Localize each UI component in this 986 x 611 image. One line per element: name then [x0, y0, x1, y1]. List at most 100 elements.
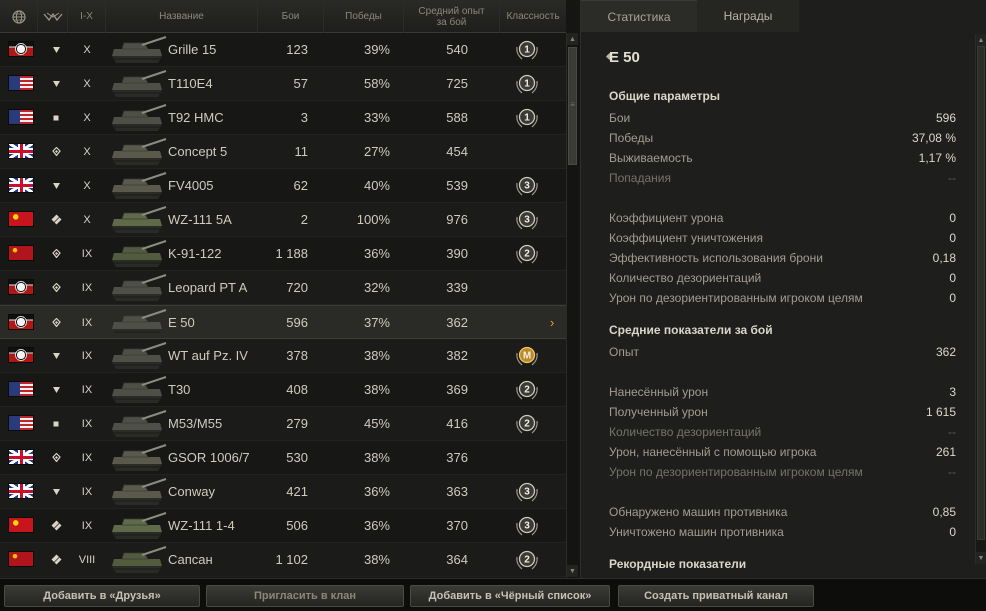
mastery-badge-icon: 1	[514, 106, 540, 130]
create-private-channel-button[interactable]: Создать приватный канал	[618, 585, 814, 607]
vehicle-winrate: 38%	[363, 348, 390, 363]
vehicle-tier: X	[83, 43, 91, 56]
svg-text:2: 2	[524, 385, 530, 396]
sort-class-header[interactable]	[38, 0, 68, 33]
vehicle-winrate: 27%	[363, 144, 390, 159]
stat-row: Обнаружено машин противника 0,85	[609, 505, 956, 521]
add-blacklist-button[interactable]: Добавить в «Чёрный список»	[410, 585, 610, 607]
stats-scroll-up-button[interactable]: ▲	[976, 34, 986, 46]
table-row[interactable]: VIII Сапсан 1 102 38% 364 2	[0, 543, 566, 577]
vehicle-avg-exp: 588	[446, 110, 468, 125]
sort-battles-header[interactable]: Бои	[258, 0, 324, 33]
stat-label: Бои	[609, 111, 631, 125]
stat-value: 596	[935, 111, 956, 125]
vehicle-tier: IX	[81, 316, 93, 329]
stat-row: Урон по дезориентированным игроком целям…	[609, 291, 956, 307]
stat-label: Победы	[609, 131, 654, 145]
table-row[interactable]: IX GSOR 1006/7 530 38% 376	[0, 441, 566, 475]
vehicle-battles: 421	[286, 484, 308, 499]
vehicle-class-light-icon	[48, 543, 64, 576]
table-row[interactable]: X T110E4 57 58% 725 1	[0, 67, 566, 101]
stat-row: Урон, нанесённый с помощью игрока 261	[609, 445, 956, 461]
stat-row: Опыт 362	[609, 345, 956, 361]
table-row[interactable]: IX M53/M55 279 45% 416 2	[0, 407, 566, 441]
tank-icon	[106, 171, 168, 201]
vehicle-battles: 1 188	[275, 246, 308, 261]
vehicle-winrate: 58%	[363, 76, 390, 91]
mastery-badge-icon: 3	[514, 208, 540, 232]
tank-icon	[106, 239, 168, 269]
sort-wins-header[interactable]: Победы	[324, 0, 404, 33]
vehicle-tier: X	[83, 179, 91, 192]
vehicle-rows: X Grille 15 123 39% 540 1 X T110E4 57 58% 725 1 X T92…	[0, 33, 566, 578]
vehicle-class-heavy-icon	[48, 67, 64, 100]
table-row[interactable]: X T92 HMC 3 33% 588 1	[0, 101, 566, 135]
vehicle-tier: IX	[81, 281, 93, 294]
flag-uk-icon	[8, 449, 34, 465]
mastery-badge-icon: 2	[514, 412, 540, 436]
tab-awards[interactable]: Награды	[697, 0, 799, 32]
tank-icon	[106, 443, 168, 473]
stat-label: Количество дезориентаций	[609, 271, 762, 285]
table-row[interactable]: X Concept 5 11 27% 454	[0, 135, 566, 169]
table-scrollbar[interactable]: ▲ ≡ ▼	[566, 33, 578, 578]
table-row[interactable]: IX K-91-122 1 188 36% 390 2	[0, 237, 566, 271]
stat-row: Выживаемость 1,17 %	[609, 151, 956, 167]
stat-value: 0	[949, 525, 956, 539]
stats-scrollbar[interactable]: ▲ ▼	[975, 34, 986, 564]
stats-scroll-down-button[interactable]: ▼	[976, 552, 986, 564]
vehicle-name: Concept 5	[168, 144, 228, 159]
flag-ussr-icon	[8, 245, 34, 261]
scroll-up-button[interactable]: ▲	[567, 33, 578, 45]
table-row[interactable]: X FV4005 62 40% 539 3	[0, 169, 566, 203]
tank-icon	[106, 545, 168, 575]
add-friend-button[interactable]: Добавить в «Друзья»	[4, 585, 200, 607]
stat-row: Эффективность использования брони 0,18	[609, 251, 956, 267]
mastery-badge-icon: 2	[514, 242, 540, 266]
stats-scroll-up-icon: ▲	[977, 36, 985, 44]
sort-mastery-header[interactable]: Классность	[500, 0, 566, 33]
vehicle-table: I-X Название Бои Победы Средний опыт за …	[0, 0, 580, 578]
scroll-down-button[interactable]: ▼	[567, 565, 578, 577]
vehicle-name: Leopard PT A	[168, 280, 248, 295]
section-general: Общие параметры	[609, 89, 721, 103]
table-row[interactable]: IX Conway 421 36% 363 3	[0, 475, 566, 509]
table-row[interactable]: IX WT auf Pz. IV 378 38% 382 M	[0, 339, 566, 373]
table-row[interactable]: IX WZ-111 1-4 506 36% 370 3	[0, 509, 566, 543]
stat-row: Бои 596	[609, 111, 956, 127]
stat-value: 0,85	[932, 505, 956, 519]
sort-tier-header[interactable]: I-X	[68, 0, 106, 33]
name-header-label: Название	[159, 11, 204, 22]
stat-label: Выживаемость	[609, 151, 693, 165]
table-row[interactable]: X WZ-111 5A 2 100% 976 3	[0, 203, 566, 237]
sort-name-header[interactable]: Название	[106, 0, 258, 33]
vehicle-name: WT auf Pz. IV	[168, 348, 248, 363]
tab-statistics[interactable]: Статистика	[581, 0, 697, 32]
vehicle-avg-exp: 539	[446, 178, 468, 193]
svg-text:M: M	[523, 351, 531, 362]
table-scroll-thumb[interactable]: ≡	[568, 47, 577, 165]
mastery-badge-icon	[514, 311, 540, 335]
vehicle-battles: 720	[286, 280, 308, 295]
stat-label: Коэффициент уничтожения	[609, 231, 763, 245]
table-row[interactable]: IX E 50 596 37% 362 ›	[0, 305, 566, 339]
invite-clan-button[interactable]: Пригласить в клан	[206, 585, 404, 607]
mastery-badge-icon: 3	[514, 480, 540, 504]
flag-usa-icon	[8, 75, 34, 91]
svg-text:1: 1	[524, 45, 530, 56]
table-row[interactable]: IX Leopard PT A 720 32% 339	[0, 271, 566, 305]
sort-nation-header[interactable]	[0, 0, 38, 33]
mastery-badge-icon: M	[514, 344, 540, 368]
stats-scroll-thumb[interactable]	[977, 46, 985, 540]
vehicle-battles: 530	[286, 450, 308, 465]
sort-avg-exp-header[interactable]: Средний опыт за бой	[404, 0, 500, 33]
tank-icon	[106, 308, 168, 338]
table-row[interactable]: IX T30 408 38% 369 2	[0, 373, 566, 407]
vehicle-battles: 62	[293, 178, 308, 193]
stat-value: 3	[949, 385, 956, 399]
table-row[interactable]: X Grille 15 123 39% 540 1	[0, 33, 566, 67]
vehicle-tier: X	[83, 213, 91, 226]
tier-header-label: I-X	[80, 11, 93, 22]
vehicle-battles: 378	[286, 348, 308, 363]
vehicle-tier: X	[83, 111, 91, 124]
